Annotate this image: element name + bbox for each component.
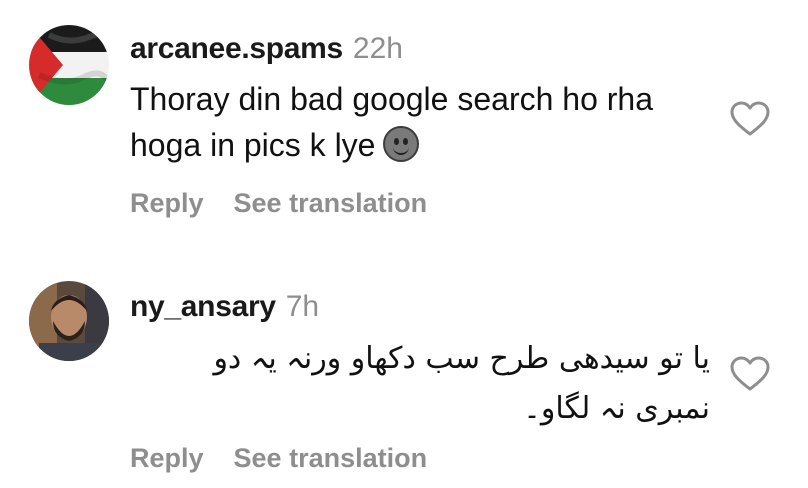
- timestamp: 7h: [285, 290, 320, 323]
- comment-header: ny_ansary 7h: [130, 289, 319, 325]
- reply-button[interactable]: Reply: [130, 188, 204, 218]
- comment-actions: Reply See translation: [130, 188, 427, 219]
- username-link[interactable]: ny_ansary: [130, 290, 276, 323]
- comment-text: Thoray din bad google search ho rha hoga…: [130, 76, 710, 168]
- comment-item: arcanee.spams 22h Thoray din bad google s…: [0, 0, 808, 250]
- user-avatar[interactable]: [29, 281, 109, 361]
- comment-text: یا تو سیدھی طرح سب دکھاو ورنہ یہ دو نمبر…: [213, 341, 710, 426]
- palestine-flag-icon: [29, 25, 109, 105]
- profile-photo-icon: [29, 281, 109, 361]
- timestamp: 22h: [352, 32, 403, 65]
- reply-button[interactable]: Reply: [130, 443, 204, 473]
- comment-item: ny_ansary 7h یا تو سیدھی طرح سب دکھاو ورن…: [0, 256, 808, 488]
- like-heart-icon[interactable]: [730, 101, 770, 137]
- slightly-smiling-face-icon: [383, 126, 420, 162]
- user-avatar[interactable]: [29, 25, 109, 105]
- username-link[interactable]: arcanee.spams: [130, 32, 343, 65]
- see-translation-button[interactable]: See translation: [234, 188, 428, 218]
- see-translation-button[interactable]: See translation: [234, 443, 428, 473]
- like-heart-icon[interactable]: [730, 356, 770, 392]
- comment-header: arcanee.spams 22h: [130, 31, 403, 67]
- comment-actions: Reply See translation: [130, 443, 427, 474]
